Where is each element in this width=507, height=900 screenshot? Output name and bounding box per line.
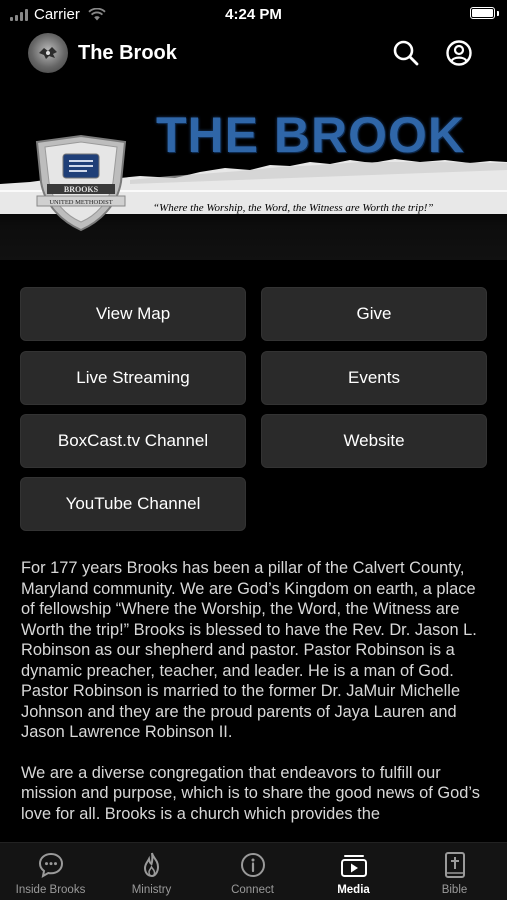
church-crest-icon: BROOKS UNITED METHODIST <box>35 134 127 232</box>
flame-icon <box>143 852 159 878</box>
battery-tip <box>497 11 499 16</box>
tab-media[interactable]: Media <box>303 843 404 900</box>
chat-bubble-icon <box>38 852 63 878</box>
search-icon[interactable] <box>392 39 420 67</box>
live-streaming-button[interactable]: Live Streaming <box>20 351 246 405</box>
about-paragraph: We are a diverse congregation that endea… <box>21 763 480 823</box>
tab-label: Inside Brooks <box>15 884 86 896</box>
tab-label: Connect <box>231 884 274 896</box>
svg-text:UNITED METHODIST: UNITED METHODIST <box>49 199 112 206</box>
events-button[interactable]: Events <box>261 351 487 405</box>
tab-label: Media <box>337 884 370 896</box>
tab-bar: Inside Brooks Ministry Connect Media Bib… <box>0 842 507 900</box>
logo-emblem-icon <box>39 47 57 59</box>
status-time: 4:24 PM <box>225 6 282 23</box>
website-button[interactable]: Website <box>261 414 487 468</box>
battery-icon <box>470 7 495 19</box>
account-icon[interactable] <box>445 39 473 67</box>
banner-tagline: “Where the Worship, the Word, the Witnes… <box>153 202 434 214</box>
logo-icon[interactable] <box>28 33 68 73</box>
tab-ministry[interactable]: Ministry <box>101 843 202 900</box>
status-bar: Carrier 4:24 PM <box>0 0 507 30</box>
media-icon <box>340 855 367 877</box>
tab-label: Bible <box>441 884 468 896</box>
tab-inside-brooks[interactable]: Inside Brooks <box>0 843 101 900</box>
boxcast-channel-button[interactable]: BoxCast.tv Channel <box>20 414 246 468</box>
tab-label: Ministry <box>131 884 172 896</box>
tab-connect[interactable]: Connect <box>202 843 303 900</box>
nav-bar: The Brook <box>0 30 507 76</box>
bible-icon <box>444 852 465 878</box>
about-text: For 177 years Brooks has been a pillar o… <box>21 558 491 843</box>
about-paragraph: For 177 years Brooks has been a pillar o… <box>21 559 477 741</box>
youtube-channel-button[interactable]: YouTube Channel <box>20 477 246 531</box>
tab-bible[interactable]: Bible <box>404 843 505 900</box>
banner-title: THE BROOK <box>156 107 465 163</box>
info-icon <box>240 853 265 877</box>
give-button[interactable]: Give <box>261 287 487 341</box>
nav-title: The Brook <box>78 42 177 64</box>
banner: THE BROOK “Where the Worship, the Word, … <box>0 92 507 260</box>
view-map-button[interactable]: View Map <box>20 287 246 341</box>
svg-text:BROOKS: BROOKS <box>64 185 99 194</box>
